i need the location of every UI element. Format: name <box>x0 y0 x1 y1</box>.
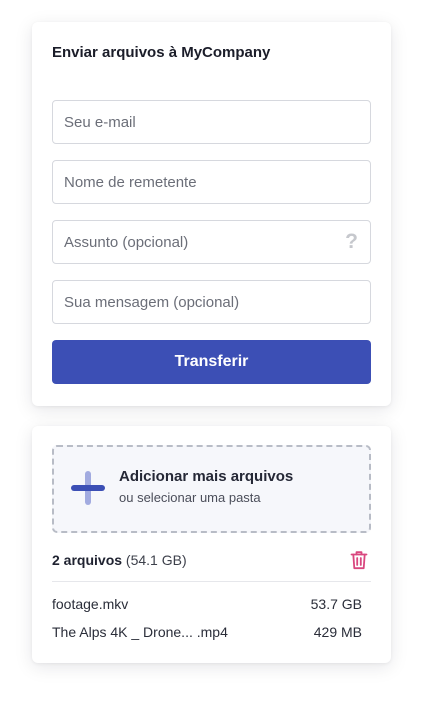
file-name: footage.mkv <box>52 596 129 612</box>
sender-name-field[interactable] <box>52 160 371 204</box>
files-summary: 2 arquivos (54.1 GB) <box>52 552 187 568</box>
help-icon[interactable]: ? <box>345 231 358 253</box>
upload-form-card: Enviar arquivos à MyCompany ? Transferir <box>32 22 391 406</box>
select-folder-link[interactable]: ou selecionar uma pasta <box>119 490 261 505</box>
files-total-size: (54.1 GB) <box>125 552 187 568</box>
add-files-title: Adicionar mais arquivos <box>119 468 294 485</box>
message-field[interactable] <box>52 280 371 324</box>
subject-field[interactable]: ? <box>52 220 371 264</box>
plus-icon <box>71 471 105 505</box>
files-card: Adicionar mais arquivos ou selecionar um… <box>32 426 391 663</box>
email-field[interactable] <box>52 100 371 144</box>
form-title: Enviar arquivos à MyCompany <box>52 44 271 61</box>
file-name: The Alps 4K _ Drone... .mp4 <box>52 624 228 640</box>
transfer-button[interactable]: Transferir <box>52 340 371 384</box>
sender-name-input[interactable] <box>53 161 370 203</box>
message-input[interactable] <box>53 281 370 323</box>
files-count: 2 arquivos <box>52 552 123 568</box>
file-size: 429 MB <box>313 624 362 640</box>
email-input[interactable] <box>53 101 370 143</box>
divider <box>52 581 371 582</box>
subject-input[interactable] <box>53 221 370 263</box>
file-item[interactable]: footage.mkv 53.7 GB <box>52 596 362 616</box>
add-files-dropzone[interactable]: Adicionar mais arquivos ou selecionar um… <box>52 445 371 533</box>
file-item[interactable]: The Alps 4K _ Drone... .mp4 429 MB <box>52 624 362 644</box>
file-size: 53.7 GB <box>310 596 362 612</box>
trash-icon[interactable] <box>350 550 368 570</box>
